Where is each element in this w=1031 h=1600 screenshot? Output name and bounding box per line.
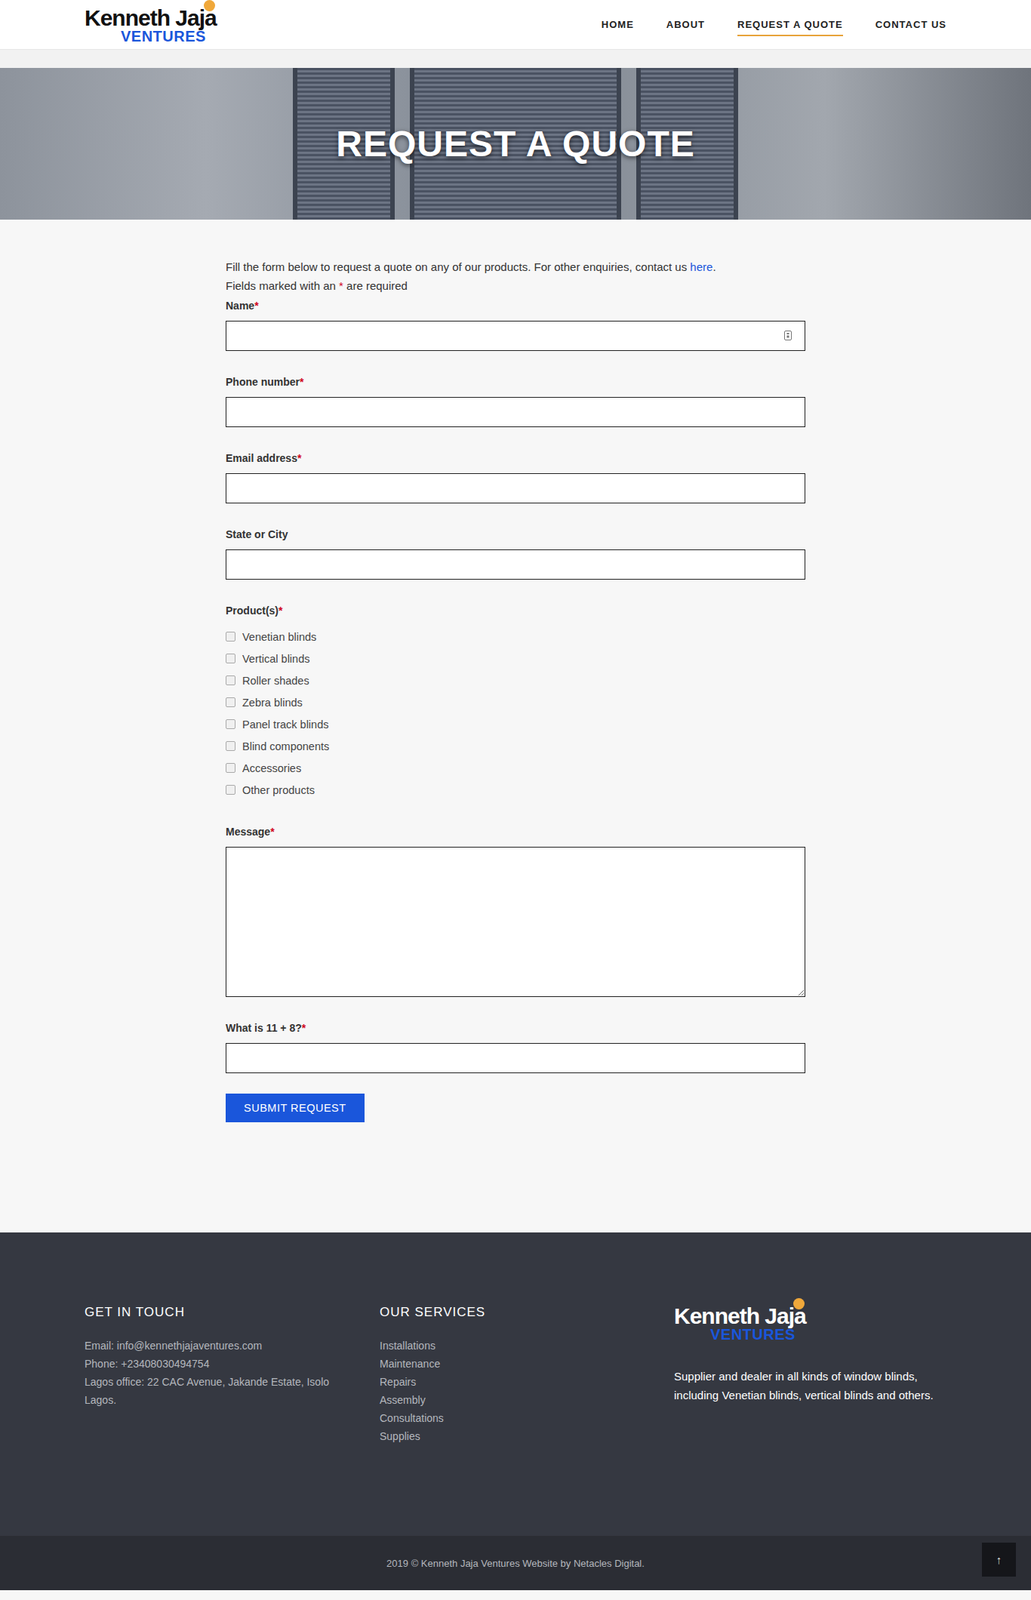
field-label: Phone number* — [225, 374, 806, 390]
nav-item[interactable]: REQUEST A QUOTE — [737, 12, 844, 37]
content: Fill the form below to request a quote o… — [0, 219, 1031, 1233]
hero-banner: REQUEST A QUOTE — [0, 67, 1031, 220]
form-field: What is 11 + 8?* — [225, 1020, 806, 1074]
checkbox[interactable] — [225, 719, 236, 730]
back-to-top-button[interactable]: ↑ — [981, 1542, 1016, 1577]
checkbox[interactable] — [225, 697, 236, 708]
text-input[interactable] — [225, 1043, 806, 1074]
field-label: What is 11 + 8?* — [225, 1020, 806, 1036]
checkbox[interactable] — [225, 784, 236, 795]
checkbox-row[interactable]: Roller shades — [225, 669, 806, 692]
checkbox-row[interactable]: Venetian blinds — [225, 625, 806, 648]
service-link[interactable]: Supplies — [379, 1427, 637, 1446]
form-field: Phone number* — [225, 374, 806, 428]
header-gap — [0, 49, 1031, 68]
checkbox-row[interactable]: Blind components — [225, 735, 806, 758]
service-link[interactable]: Installations — [379, 1336, 637, 1355]
page: Kenneth JajaVENTURES HOME ABOUT REQUEST A Q… — [0, 0, 1031, 1591]
service-link[interactable]: Repairs — [379, 1372, 637, 1392]
nav-item[interactable]: CONTACT US — [875, 12, 947, 37]
message-textarea[interactable] — [225, 846, 806, 998]
logo[interactable]: Kenneth JajaVENTURES — [84, 6, 217, 44]
checkbox-row[interactable]: Accessories — [225, 757, 806, 779]
services-column: OUR SERVICESInstallationsMaintenanceRepa… — [379, 1304, 674, 1446]
nav-item[interactable]: HOME — [601, 12, 634, 37]
text-input[interactable] — [225, 397, 806, 428]
field-label: Email address* — [225, 450, 806, 466]
hero-title: REQUEST A QUOTE — [335, 123, 695, 165]
service-link[interactable]: Maintenance — [379, 1354, 637, 1373]
copyright-bar: 2019 © Kenneth Jaja Ventures Website by … — [0, 1535, 1031, 1591]
checkbox[interactable] — [225, 763, 236, 773]
submit-button[interactable]: SUBMIT REQUEST — [225, 1093, 365, 1123]
field-label: Product(s)* — [225, 603, 806, 619]
checkbox-row[interactable]: Panel track blinds — [225, 713, 806, 736]
contact-line: Lagos office: 22 CAC Avenue, Jakande Est… — [84, 1372, 342, 1410]
checkbox-row[interactable]: Vertical blinds — [225, 647, 806, 670]
service-link[interactable]: Consultations — [379, 1409, 637, 1428]
text-input[interactable] — [225, 473, 806, 504]
intro-text: Fill the form below to request a quote o… — [225, 257, 806, 296]
form-field: Email address* — [225, 450, 806, 504]
footer: GET IN TOUCHEmail: info@kennethjajaventu… — [0, 1232, 1031, 1536]
contact-link[interactable]: here — [689, 260, 713, 274]
autofill-icon[interactable] — [784, 330, 792, 341]
text-input[interactable] — [225, 549, 806, 580]
checkbox[interactable] — [225, 631, 236, 642]
copyright: 2019 © Kenneth Jaja Ventures Website by … — [386, 1557, 645, 1570]
service-link[interactable]: Assembly — [379, 1391, 637, 1410]
nav-item[interactable]: ABOUT — [666, 12, 705, 37]
field-label: Name* — [225, 298, 806, 314]
contact-column: GET IN TOUCHEmail: info@kennethjajaventu… — [84, 1304, 380, 1446]
contact-line: Email: info@kennethjajaventures.com — [84, 1336, 342, 1355]
form-field: Name* — [225, 298, 806, 351]
field-label: State or City — [225, 526, 806, 542]
form-field: Product(s)* Venetian blindsVertical blind… — [225, 603, 806, 801]
main-nav: HOME ABOUT REQUEST A QUOTE CONTACT US — [601, 12, 947, 37]
footer-logo[interactable]: Kenneth JajaVENTURES — [673, 1304, 807, 1342]
about-text: Supplier and dealer in all kinds of wind… — [673, 1366, 939, 1405]
checkbox[interactable] — [225, 675, 236, 686]
form-field: State or City — [225, 526, 806, 580]
checkbox[interactable] — [225, 653, 236, 664]
about-column: Kenneth JajaVENTURES Supplier and dealer … — [673, 1304, 947, 1446]
form-field: Message* — [225, 824, 806, 998]
quote-form: Fill the form below to request a quote o… — [225, 257, 806, 1123]
checkbox-list: Venetian blindsVertical blindsRoller sha… — [225, 625, 806, 801]
contact-line: Phone: +23408030494754 — [84, 1354, 342, 1373]
checkbox-row[interactable]: Zebra blinds — [225, 691, 806, 714]
text-input[interactable] — [225, 320, 806, 351]
logo-dot-icon — [793, 1298, 805, 1310]
checkbox[interactable] — [225, 741, 236, 751]
field-label: Message* — [225, 824, 806, 840]
logo-dot-icon — [203, 0, 216, 12]
header: Kenneth JajaVENTURES HOME ABOUT REQUEST A Q… — [0, 0, 1031, 50]
checkbox-row[interactable]: Other products — [225, 778, 806, 801]
